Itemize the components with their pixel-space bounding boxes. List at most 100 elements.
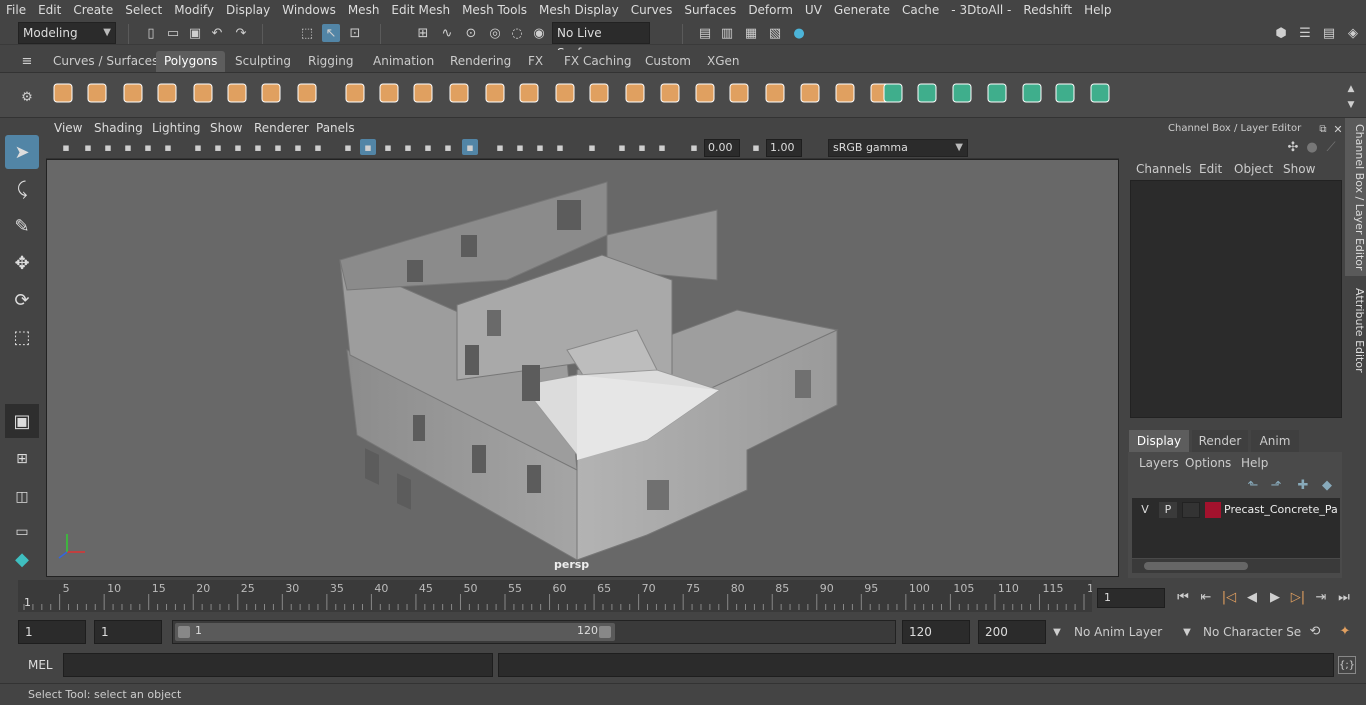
cylindrical-uv-icon[interactable] — [947, 78, 977, 108]
menu-windows[interactable]: Windows — [276, 3, 342, 17]
render-view-icon[interactable]: ▤ — [696, 24, 714, 42]
menu-cache[interactable]: Cache — [896, 3, 945, 17]
layer-menu-layers[interactable]: Layers — [1139, 456, 1179, 470]
hypershade-icon[interactable]: ● — [790, 24, 808, 42]
current-frame-field[interactable]: 1 — [1097, 588, 1165, 608]
step-back-frame-icon[interactable]: |◁ — [1220, 588, 1238, 606]
channel-menu-channels[interactable]: Channels — [1136, 162, 1192, 176]
spherical-uv-icon[interactable] — [982, 78, 1012, 108]
rotate-tool-icon[interactable]: ⟳ — [5, 283, 39, 317]
menu-mesh[interactable]: Mesh — [342, 3, 386, 17]
move-layer-up-icon[interactable]: ⬑ — [1244, 476, 1262, 494]
command-language-label[interactable]: MEL — [28, 658, 53, 672]
script-editor-icon[interactable]: {;} — [1338, 656, 1356, 674]
ipr-render-icon[interactable]: ▦ — [742, 24, 760, 42]
chevron-down-icon[interactable]: ▼ — [1178, 623, 1196, 641]
tab-fx[interactable]: FX — [520, 51, 551, 72]
select-component-icon[interactable]: ⊡ — [346, 24, 364, 42]
pipe-icon[interactable] — [292, 78, 322, 108]
panel-menu-lighting[interactable]: Lighting — [152, 121, 201, 135]
save-scene-icon[interactable]: ▣ — [186, 24, 204, 42]
color-space-dropdown[interactable]: sRGB gamma ▼ — [828, 139, 968, 157]
building-model[interactable] — [339, 181, 839, 561]
menu-edit[interactable]: Edit — [32, 3, 67, 17]
paint-select-tool-icon[interactable]: ✎ — [5, 209, 39, 243]
toggle-panels-icon[interactable]: ☰ — [1296, 24, 1314, 42]
insert-edge-loop-icon[interactable] — [690, 78, 720, 108]
menu-modify[interactable]: Modify — [168, 3, 220, 17]
playback-end-field[interactable]: 120 — [902, 620, 970, 644]
menu-edit-mesh[interactable]: Edit Mesh — [385, 3, 456, 17]
bevel-icon[interactable] — [550, 78, 580, 108]
panel-menu-renderer[interactable]: Renderer — [254, 121, 309, 135]
scale-tool-icon[interactable]: ⬚ — [5, 320, 39, 354]
new-layer-selected-icon[interactable]: ◆ — [1318, 476, 1336, 494]
toggle-attribute-icon[interactable]: ▤ — [1320, 24, 1338, 42]
channel-menu-show[interactable]: Show — [1283, 162, 1315, 176]
merge-icon[interactable] — [795, 78, 825, 108]
select-hierarchy-icon[interactable]: ⬚ — [298, 24, 316, 42]
exposure-icon[interactable]: ▪ — [686, 139, 702, 155]
layer-tab-display[interactable]: Display — [1129, 430, 1189, 452]
side-tab-channel-box[interactable]: Channel Box / Layer Editor — [1345, 118, 1366, 276]
checker-icon[interactable] — [1085, 78, 1115, 108]
menu-mesh-display[interactable]: Mesh Display — [533, 3, 625, 17]
make-live-icon[interactable]: ◉ — [530, 24, 548, 42]
layer-type-toggle[interactable] — [1182, 502, 1200, 518]
channel-box-lock-icon[interactable]: ⟋ — [1322, 138, 1340, 156]
wireframe-on-shaded-icon[interactable]: ▪ — [400, 139, 416, 155]
gamma-field[interactable]: 1.00 — [766, 139, 802, 157]
go-to-start-icon[interactable]: ⏮ — [1174, 588, 1192, 606]
time-slider[interactable]: 5 10 15 20 25 30 35 40 45 50 55 60 65 70 75 80 85 90 95 100… — [18, 580, 1101, 612]
layer-playback-toggle[interactable]: P — [1159, 502, 1177, 518]
snap-projected-icon[interactable]: ◎ — [486, 24, 504, 42]
layer-color-swatch[interactable] — [1205, 502, 1221, 518]
planar-uv-icon[interactable] — [878, 78, 908, 108]
motion-blur-icon[interactable]: ▪ — [512, 139, 528, 155]
2d-pan-zoom-icon[interactable]: ▪ — [140, 139, 156, 155]
undo-icon[interactable]: ↶ — [208, 24, 226, 42]
cylinder-icon[interactable] — [118, 78, 148, 108]
select-object-icon[interactable]: ↖ — [322, 24, 340, 42]
append-icon[interactable] — [724, 78, 754, 108]
menu-mesh-tools[interactable]: Mesh Tools — [456, 3, 533, 17]
new-layer-icon[interactable]: ✚ — [1294, 476, 1312, 494]
character-set-dropdown[interactable]: No Character Set — [1197, 620, 1301, 644]
range-slider[interactable]: 1 120 — [172, 620, 896, 644]
gear-icon[interactable]: ⚙ — [18, 88, 36, 106]
film-gate-icon[interactable]: ▪ — [210, 139, 226, 155]
xray-components-icon[interactable]: ▪ — [654, 139, 670, 155]
resolution-gate-icon[interactable]: ▪ — [230, 139, 246, 155]
target-weld-icon[interactable] — [830, 78, 860, 108]
extract-icon[interactable] — [408, 78, 438, 108]
side-tab-attribute-editor[interactable]: Attribute Editor — [1345, 280, 1366, 380]
combine-icon[interactable] — [340, 78, 370, 108]
channel-box-options-icon[interactable]: ✣ — [1284, 138, 1302, 156]
xray-joints-icon[interactable]: ▪ — [634, 139, 650, 155]
range-slider-end-handle[interactable] — [599, 626, 611, 638]
torus-icon[interactable] — [222, 78, 252, 108]
command-input[interactable] — [63, 653, 493, 677]
chevron-down-icon[interactable]: ▼ — [1048, 623, 1066, 641]
cube-icon[interactable] — [82, 78, 112, 108]
menu-file[interactable]: File — [0, 3, 32, 17]
step-back-key-icon[interactable]: ⇤ — [1197, 588, 1215, 606]
layer-scrollbar[interactable] — [1132, 559, 1340, 573]
use-default-material-icon[interactable]: ▪ — [380, 139, 396, 155]
layer-name[interactable]: Precast_Concrete_Panel — [1224, 503, 1338, 519]
automatic-uv-icon[interactable] — [912, 78, 942, 108]
menu-create[interactable]: Create — [67, 3, 119, 17]
layer-visibility-toggle[interactable]: V — [1136, 502, 1154, 518]
bridge-icon[interactable] — [620, 78, 650, 108]
menu-curves[interactable]: Curves — [625, 3, 679, 17]
menu-select[interactable]: Select — [119, 3, 168, 17]
menu-redshift[interactable]: Redshift — [1017, 3, 1078, 17]
cone-icon[interactable] — [152, 78, 182, 108]
smooth-shade-icon[interactable]: ▪ — [360, 139, 376, 155]
menu-display[interactable]: Display — [220, 3, 276, 17]
unfold-icon[interactable] — [1017, 78, 1047, 108]
tab-polygons[interactable]: Polygons — [156, 51, 226, 72]
menu-generate[interactable]: Generate — [828, 3, 896, 17]
gamma-icon[interactable]: ▪ — [748, 139, 764, 155]
playback-start-field[interactable]: 1 — [94, 620, 162, 644]
